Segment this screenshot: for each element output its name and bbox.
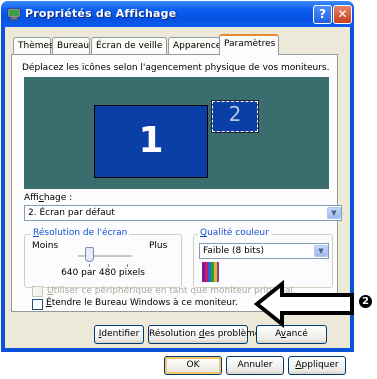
- tab-appearance[interactable]: Apparence: [168, 37, 222, 54]
- monitor-number: 1: [138, 120, 164, 161]
- annotation-badge: 2: [359, 295, 372, 308]
- resolution-max-label: Plus: [149, 241, 168, 251]
- display-label: Affichage :: [24, 193, 73, 203]
- color-quality-select[interactable]: Faible (8 bits) ▼: [199, 243, 329, 259]
- left-arrow-icon: [254, 280, 354, 328]
- chevron-down-icon[interactable]: ▼: [314, 245, 328, 257]
- cancel-button[interactable]: Annuler: [226, 356, 284, 375]
- ok-button[interactable]: OK: [164, 356, 222, 375]
- instruction-text: Déplacez les icônes selon l'agencement p…: [22, 63, 330, 73]
- extend-desktop-checkbox[interactable]: [32, 299, 43, 310]
- extend-desktop-label: Étendre le Bureau Windows à ce moniteur.: [46, 298, 238, 308]
- resolution-slider-thumb[interactable]: [85, 247, 94, 262]
- tab-label: Paramètres: [224, 39, 276, 49]
- slider-tick: [108, 264, 109, 267]
- slider-tick: [89, 264, 90, 267]
- tab-label: Apparence: [173, 41, 222, 51]
- title-bar[interactable]: Propriétés de Affichage ? ✕: [1, 1, 354, 27]
- slider-tick: [127, 264, 128, 267]
- use-primary-checkbox[interactable]: [32, 286, 43, 297]
- display-select-value: 2. Écran par défaut: [28, 208, 115, 218]
- help-button[interactable]: ?: [313, 5, 332, 24]
- resolution-group-label: Résolution de l'écran: [31, 228, 130, 238]
- color-palette-icon: [202, 262, 219, 282]
- color-quality-select-value: Faible (8 bits): [203, 246, 265, 256]
- troubleshoot-button[interactable]: Résolution des problèmes: [148, 325, 265, 344]
- tab-desktop[interactable]: Bureau: [52, 37, 90, 54]
- resolution-min-label: Moins: [32, 241, 59, 251]
- display-select[interactable]: 2. Écran par défaut ▼: [24, 205, 342, 221]
- display-properties-icon: [7, 8, 21, 21]
- tab-label: Thèmes: [18, 41, 54, 51]
- monitor-1[interactable]: 1: [94, 105, 208, 178]
- tab-screensaver[interactable]: Écran de veille: [91, 37, 167, 54]
- chevron-down-icon[interactable]: ▼: [327, 207, 341, 219]
- monitor-number: 2: [228, 102, 242, 126]
- color-quality-group-label: Qualité couleur: [198, 228, 271, 238]
- window-title: Propriétés de Affichage: [25, 7, 177, 20]
- tab-label: Bureau: [57, 41, 90, 51]
- close-button[interactable]: ✕: [333, 5, 352, 24]
- identify-button[interactable]: Identifier: [94, 325, 144, 344]
- tab-themes[interactable]: Thèmes: [13, 37, 54, 54]
- apply-button[interactable]: Appliquer: [288, 356, 346, 375]
- tab-label: Écran de veille: [96, 41, 163, 51]
- tab-settings[interactable]: Paramètres: [219, 34, 279, 55]
- monitor-2[interactable]: 2: [211, 100, 259, 133]
- resolution-value: 640 par 480 pixels: [61, 268, 145, 278]
